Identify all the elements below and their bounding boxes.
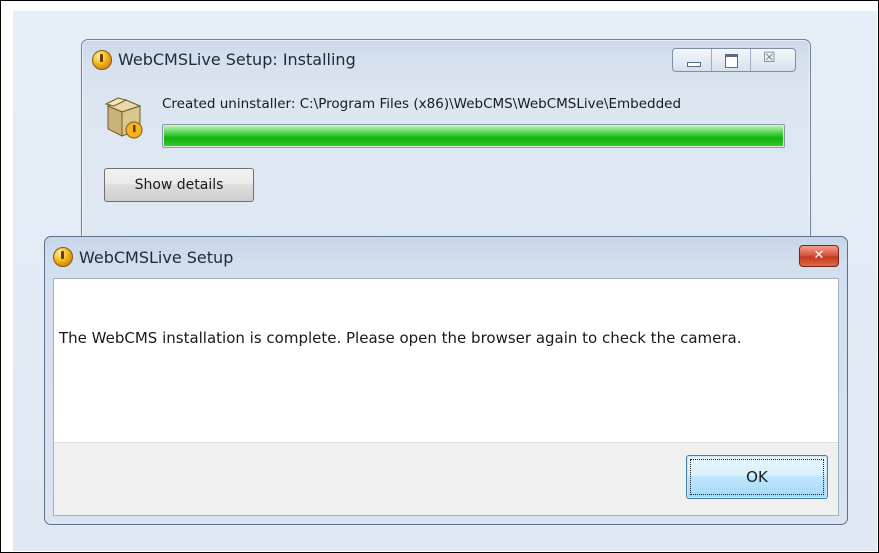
setup-app-icon <box>53 247 73 267</box>
setup-app-icon <box>92 50 112 70</box>
installer-box-icon <box>104 97 143 139</box>
setup-complete-dialog: WebCMSLive Setup ✕ The WebCMS installati… <box>44 236 848 525</box>
installer-titlebar[interactable]: WebCMSLive Setup: Installing ☒ <box>82 40 810 80</box>
close-icon: ☒ <box>763 50 776 66</box>
dialog-button-area: OK <box>54 442 838 515</box>
dialog-title: WebCMSLive Setup <box>79 248 234 267</box>
close-button-disabled[interactable]: ☒ <box>751 49 795 71</box>
show-details-button[interactable]: Show details <box>104 168 254 202</box>
maximize-icon <box>725 54 738 68</box>
completion-message: The WebCMS installation is complete. Ple… <box>59 329 742 347</box>
ok-button[interactable]: OK <box>686 455 828 499</box>
window-controls: ☒ <box>672 48 796 72</box>
installer-title: WebCMSLive Setup: Installing <box>118 50 356 69</box>
close-icon: ✕ <box>813 248 825 263</box>
install-status-text: Created uninstaller: C:\Program Files (x… <box>162 96 682 112</box>
dialog-titlebar[interactable]: WebCMSLive Setup ✕ <box>45 237 847 279</box>
progress-fill <box>164 126 783 146</box>
minimize-button[interactable] <box>673 49 712 71</box>
install-progress-bar <box>162 124 785 148</box>
dialog-client-area: The WebCMS installation is complete. Ple… <box>53 278 839 516</box>
screenshot-frame: WebCMSLive Setup: Installing ☒ Created u… <box>0 0 879 553</box>
dialog-close-button[interactable]: ✕ <box>799 245 839 267</box>
minimize-icon <box>687 62 701 67</box>
installer-window: WebCMSLive Setup: Installing ☒ Created u… <box>81 39 811 253</box>
maximize-button[interactable] <box>712 49 751 71</box>
